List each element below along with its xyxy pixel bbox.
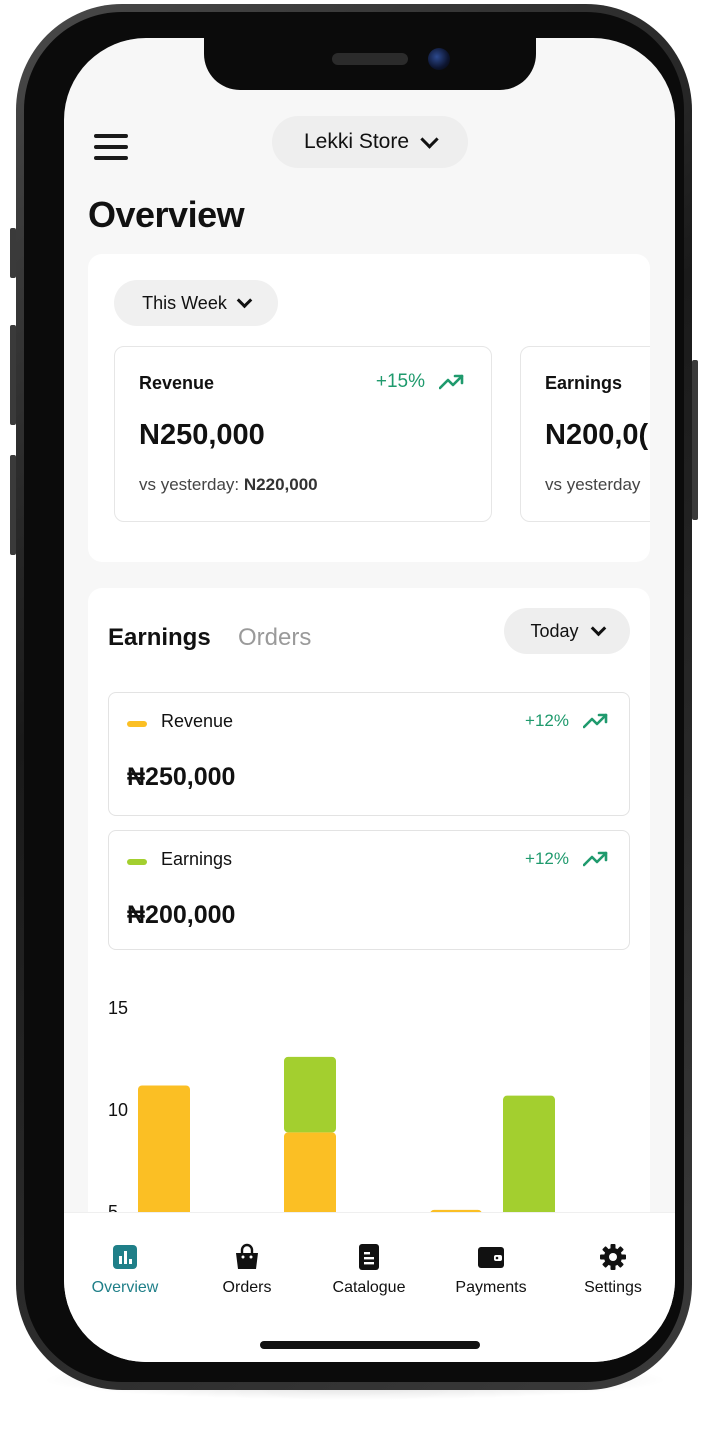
chevron-down-icon [236, 292, 253, 308]
period-label: This Week [142, 292, 227, 313]
metric-change: +12% [525, 849, 609, 869]
app-screen: Lekki Store Overview This Week Revenue +… [64, 38, 675, 1362]
chevron-down-icon [590, 620, 606, 636]
earnings-bar [284, 1056, 336, 1133]
stat-label: Earnings [545, 373, 623, 393]
nav-settings[interactable]: Settings [558, 1243, 668, 1297]
summary-card: This Week Revenue +15% N250,000 vs yeste… [88, 254, 650, 562]
document-icon [355, 1243, 383, 1271]
metric-change-value: +12% [525, 849, 569, 868]
chart-period-selector[interactable]: Today [504, 608, 630, 654]
notch [204, 38, 536, 90]
shopping-bag-icon [233, 1243, 261, 1271]
speaker-grille [332, 53, 408, 65]
trending-up-icon [583, 713, 608, 729]
stat-change-value: +15% [375, 371, 425, 392]
nav-label: Settings [584, 1279, 642, 1296]
earnings-section: Earnings Orders Today Revenue +12% ₦250,… [88, 588, 650, 1288]
nav-catalogue[interactable]: Catalogue [314, 1243, 424, 1297]
tab-earnings[interactable]: Earnings [108, 624, 211, 652]
trending-up-icon [583, 851, 608, 867]
revenue-legend-swatch [127, 721, 147, 727]
bottom-nav: Overview Orders Catalogue Payments Setti… [64, 1212, 675, 1362]
tab-orders[interactable]: Orders [238, 624, 311, 652]
nav-label: Payments [455, 1279, 527, 1296]
stat-compare: vs yesterday: N220,000 [139, 475, 318, 495]
stat-change: +15% [376, 371, 465, 393]
revenue-metric-card[interactable]: Revenue +12% ₦250,000 [108, 692, 630, 816]
metric-change: +12% [525, 711, 609, 731]
period-selector[interactable]: This Week [114, 280, 278, 326]
chart-period-label: Today [530, 620, 579, 641]
store-selector[interactable]: Lekki Store [272, 116, 468, 168]
nav-label: Orders [222, 1279, 272, 1296]
nav-label: Catalogue [332, 1279, 406, 1296]
compare-value: N220,000 [243, 475, 318, 494]
nav-orders[interactable]: Orders [192, 1243, 302, 1297]
power-button [692, 360, 698, 520]
metric-label: Revenue [161, 711, 234, 731]
revenue-stat-card[interactable]: Revenue +15% N250,000 vs yesterday: N220… [114, 346, 492, 522]
earnings-legend-swatch [127, 859, 147, 865]
trending-up-icon [439, 374, 464, 390]
chevron-down-icon [420, 129, 439, 149]
menu-icon[interactable] [94, 134, 128, 160]
nav-payments[interactable]: Payments [436, 1243, 546, 1297]
metric-label: Earnings [161, 849, 233, 869]
bar-chart-icon [111, 1243, 139, 1271]
compare-prefix: vs yesterday: [139, 475, 240, 494]
stat-value: N200,0( [545, 419, 649, 451]
store-name: Lekki Store [303, 130, 410, 153]
earnings-bar-chart: 15 10 5 [100, 998, 640, 1238]
earnings-metric-card[interactable]: Earnings +12% ₦200,000 [108, 830, 630, 950]
home-indicator [260, 1341, 480, 1349]
metric-value: ₦200,000 [127, 901, 236, 929]
earnings-stat-card[interactable]: Earnings N200,0( vs yesterday [520, 346, 650, 522]
camera-icon [428, 48, 450, 70]
wallet-icon [477, 1243, 505, 1271]
stat-compare: vs yesterday [545, 475, 640, 495]
page-title: Overview [88, 194, 245, 235]
phone-frame: Lekki Store Overview This Week Revenue +… [16, 4, 692, 1390]
chart-bars [138, 1056, 555, 1238]
metric-value: ₦250,000 [127, 763, 236, 791]
compare-prefix: vs yesterday [545, 475, 641, 494]
nav-label: Overview [91, 1279, 159, 1296]
stat-label: Revenue [139, 373, 215, 393]
nav-overview[interactable]: Overview [70, 1243, 180, 1297]
stat-value: N250,000 [139, 419, 265, 451]
metric-change-value: +12% [525, 711, 569, 730]
gear-icon [599, 1243, 627, 1271]
